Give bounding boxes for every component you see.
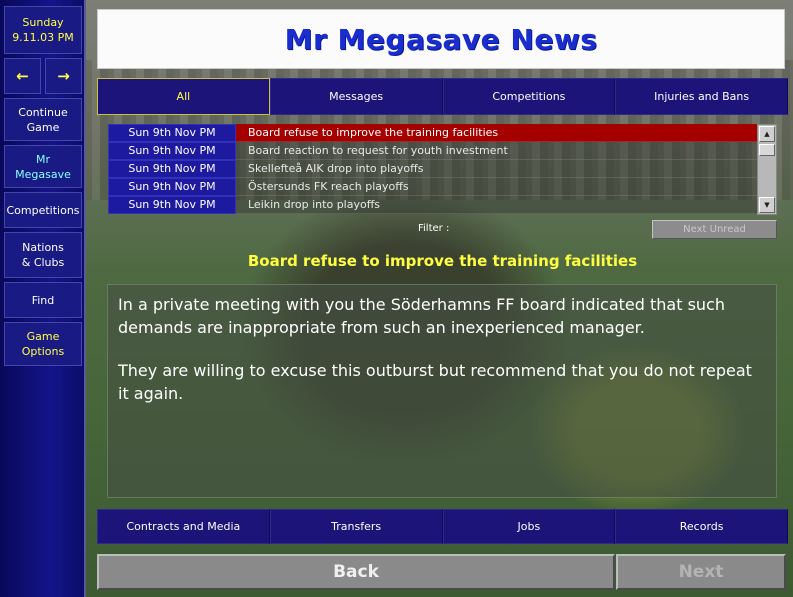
next-unread-button[interactable]: Next Unread [652, 220, 777, 239]
news-date: Sun 9th Nov PM [108, 178, 236, 196]
news-filter-tabs: All Messages Competitions Injuries and B… [97, 78, 788, 115]
tab-contracts-and-media[interactable]: Contracts and Media [97, 509, 270, 544]
sidebar-item-find[interactable]: Find [4, 282, 82, 318]
forward-arrow-button[interactable]: → [45, 58, 82, 94]
scroll-thumb[interactable] [759, 144, 775, 156]
arrow-right-icon: → [57, 67, 70, 85]
news-date: Sun 9th Nov PM [108, 196, 236, 214]
sidebar-item-label: Find [31, 293, 55, 307]
news-sections-tabs: Contracts and Media Transfers Jobs Recor… [97, 509, 788, 544]
sidebar-item-mr-megasave[interactable]: Mr Megasave [4, 145, 82, 188]
news-headline: Board refuse to improve the training fac… [236, 124, 757, 142]
sidebar-item-nations-clubs[interactable]: Nations & Clubs [4, 232, 82, 278]
next-button[interactable]: Next [616, 554, 786, 590]
list-item[interactable]: Sun 9th Nov PM Board refuse to improve t… [108, 124, 757, 142]
triangle-up-icon: ▲ [764, 130, 770, 138]
news-date: Sun 9th Nov PM [108, 124, 236, 142]
filter-label: Filter : [418, 223, 450, 234]
tab-transfers[interactable]: Transfers [269, 509, 443, 544]
list-item[interactable]: Sun 9th Nov PM Skellefteå AIK drop into … [108, 160, 757, 178]
sidebar-item-label: Nations & Clubs [21, 241, 65, 269]
tab-injuries-and-bans[interactable]: Injuries and Bans [615, 78, 788, 115]
article-body: In a private meeting with you the Söderh… [107, 284, 777, 498]
scroll-up-button[interactable]: ▲ [759, 126, 775, 142]
news-list-scrollbar[interactable]: ▲ ▼ [757, 124, 777, 215]
back-button[interactable]: Back [97, 554, 615, 590]
triangle-down-icon: ▼ [764, 201, 770, 209]
sidebar-item-competitions[interactable]: Competitions [4, 192, 82, 228]
scroll-down-button[interactable]: ▼ [759, 197, 775, 213]
day-label: Sunday [22, 16, 64, 29]
page-title: Mr Megasave News [284, 22, 598, 56]
article-headline: Board refuse to improve the training fac… [247, 252, 638, 270]
date-display: Sunday 9.11.03 PM [4, 6, 82, 54]
news-headline: Board reaction to request for youth inve… [236, 142, 757, 160]
sidebar: Sunday 9.11.03 PM ← → Continue Game Mr M… [0, 0, 86, 597]
arrow-left-icon: ← [16, 67, 29, 85]
news-list: Sun 9th Nov PM Board refuse to improve t… [108, 124, 757, 214]
article-paragraph: They are willing to excuse this outburst… [118, 361, 752, 403]
list-item[interactable]: Sun 9th Nov PM Leikin drop into playoffs [108, 196, 757, 214]
news-headline: Östersunds FK reach playoffs [236, 178, 757, 196]
page-title-bar: Mr Megasave News [97, 9, 785, 69]
news-date: Sun 9th Nov PM [108, 160, 236, 178]
article-paragraph: In a private meeting with you the Söderh… [118, 295, 725, 337]
news-headline: Leikin drop into playoffs [236, 196, 757, 214]
tab-records[interactable]: Records [615, 509, 788, 544]
list-item[interactable]: Sun 9th Nov PM Board reaction to request… [108, 142, 757, 160]
sidebar-item-game-options[interactable]: Game Options [4, 322, 82, 366]
sidebar-item-label: Competitions [6, 203, 80, 217]
sidebar-item-label: Mr Megasave [15, 152, 71, 181]
news-date: Sun 9th Nov PM [108, 142, 236, 160]
sidebar-item-label: Game Options [21, 330, 65, 358]
tab-jobs[interactable]: Jobs [442, 509, 616, 544]
tab-all[interactable]: All [97, 78, 270, 115]
sidebar-item-continue-game[interactable]: Continue Game [4, 98, 82, 141]
list-item[interactable]: Sun 9th Nov PM Östersunds FK reach playo… [108, 178, 757, 196]
back-arrow-button[interactable]: ← [4, 58, 41, 94]
news-headline: Skellefteå AIK drop into playoffs [236, 160, 757, 178]
date-label: 9.11.03 PM [12, 31, 74, 44]
tab-competitions[interactable]: Competitions [442, 78, 616, 115]
sidebar-item-label: Continue Game [18, 105, 68, 134]
tab-messages[interactable]: Messages [269, 78, 443, 115]
